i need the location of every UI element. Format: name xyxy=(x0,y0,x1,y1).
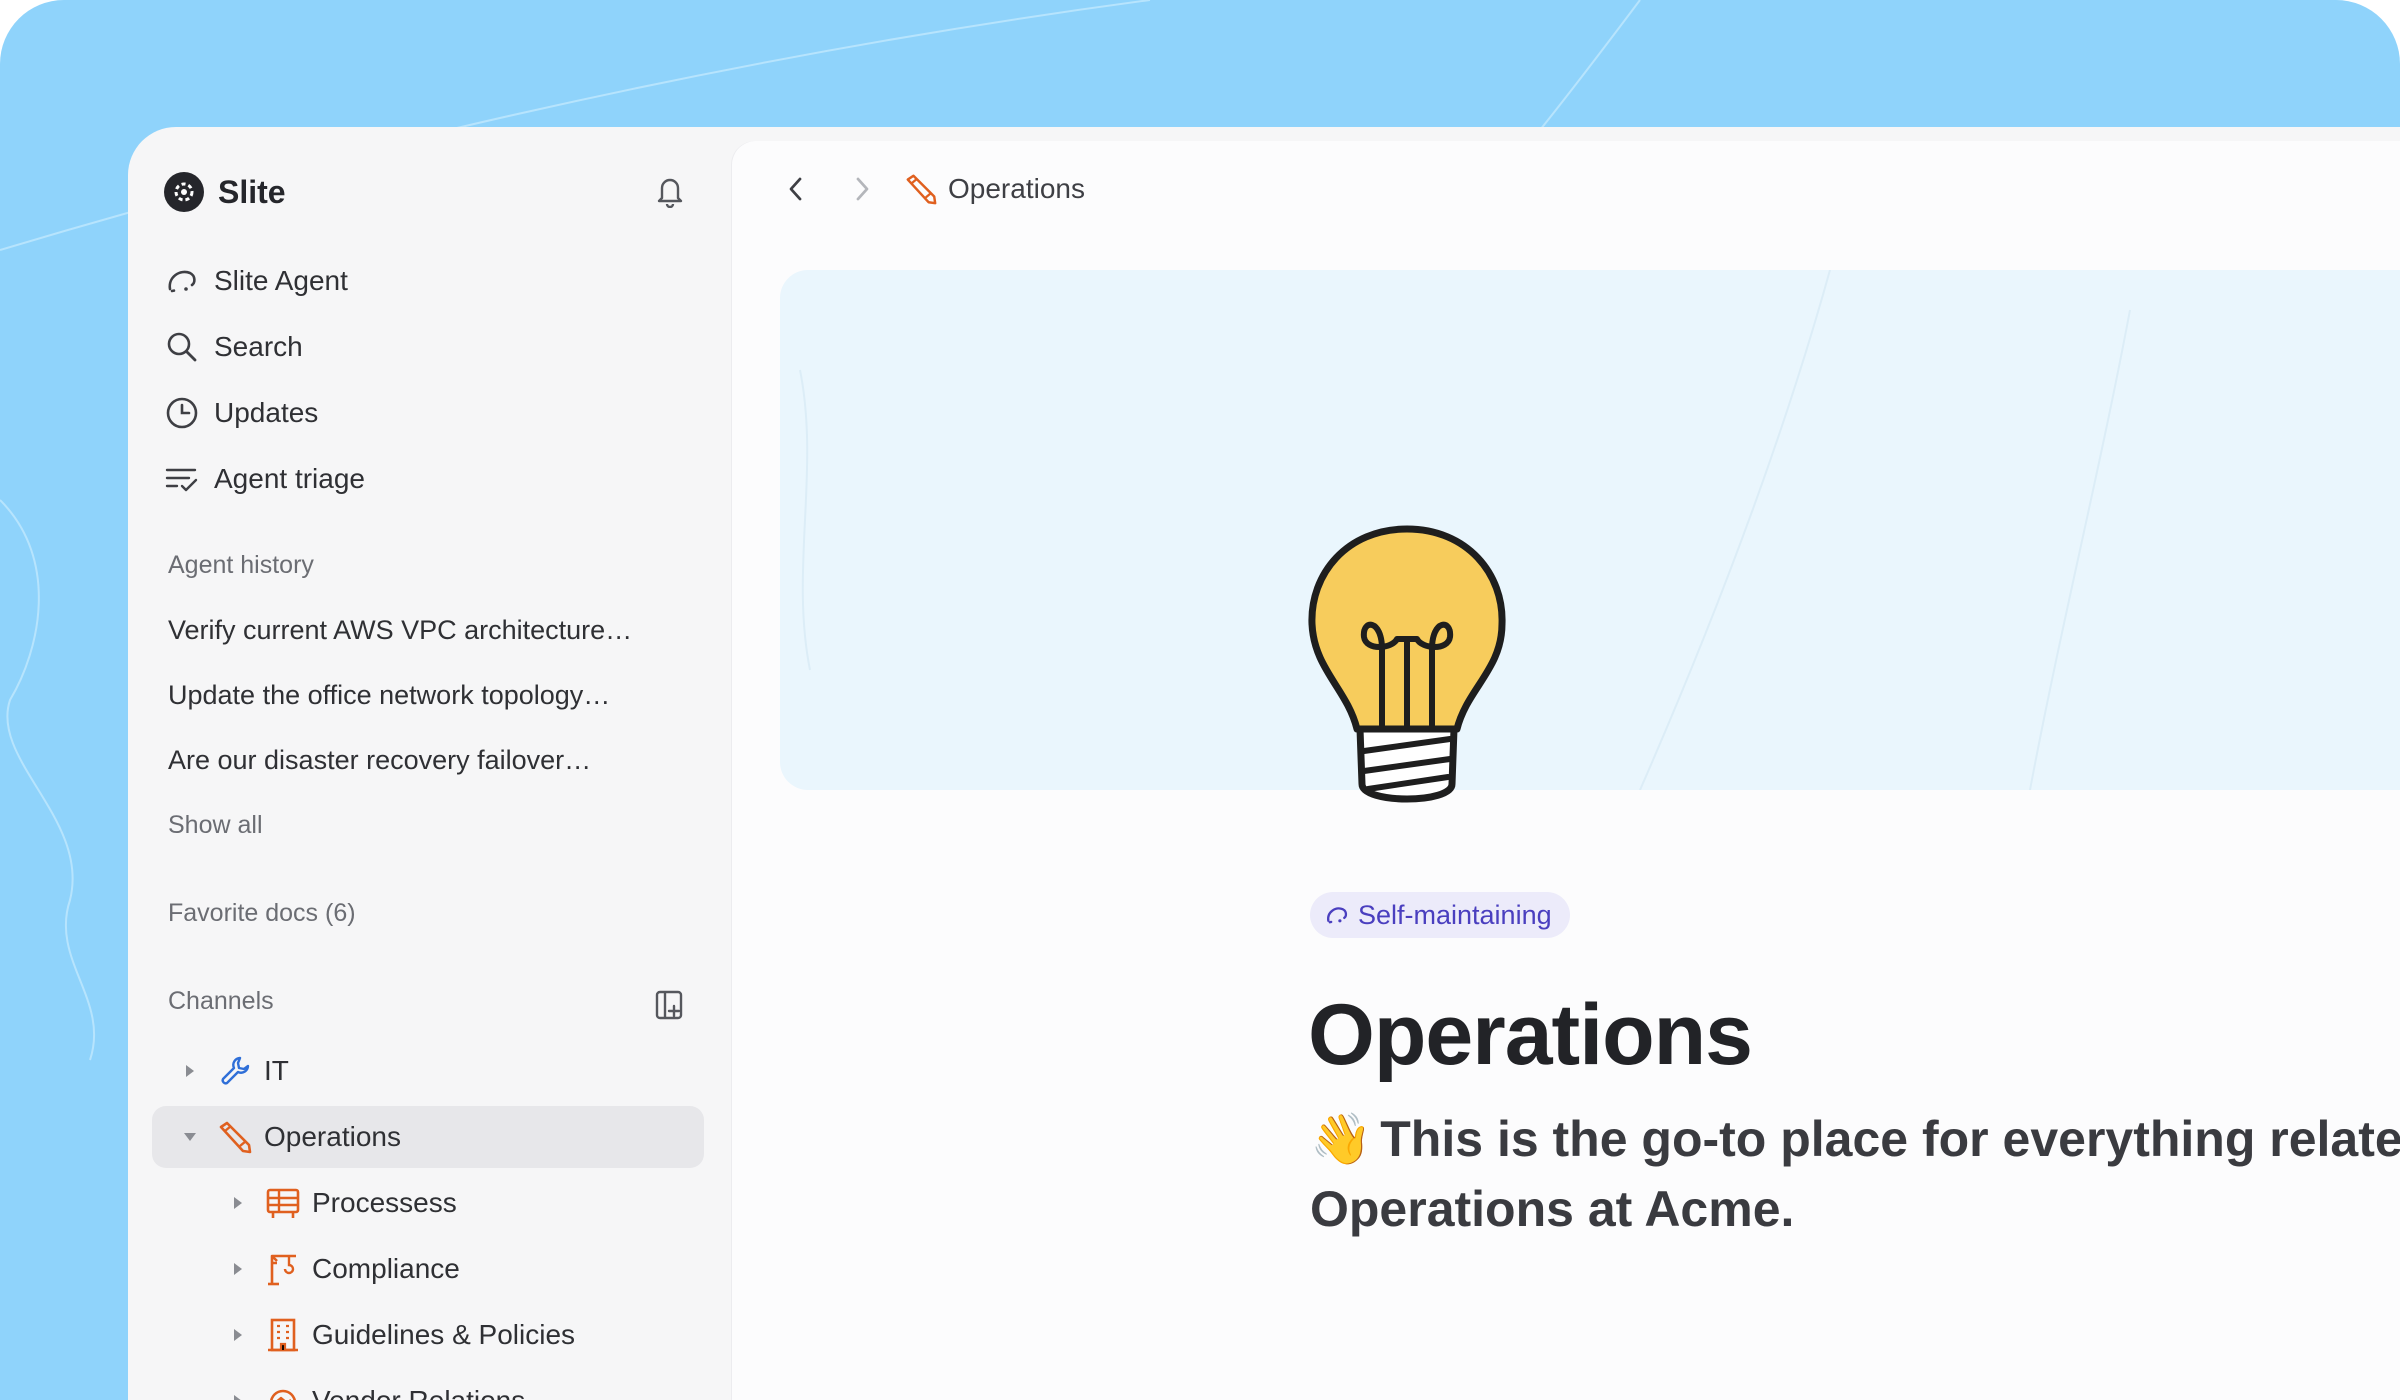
notifications-bell-icon[interactable] xyxy=(648,169,692,213)
agent-history-item[interactable]: Verify current AWS VPC architecture… xyxy=(168,615,688,646)
channel-item-it[interactable]: IT xyxy=(164,1040,684,1102)
back-arrow-icon[interactable] xyxy=(774,167,818,211)
channel-item-operations[interactable]: Operations xyxy=(152,1106,704,1168)
nav-label: Agent triage xyxy=(214,463,365,494)
app-name: Slite xyxy=(218,173,286,210)
lightbulb-icon[interactable] xyxy=(1302,519,1512,819)
wrench-icon xyxy=(216,1052,254,1090)
search-icon xyxy=(167,332,197,362)
desktop-background: Slite Slite Agent Search Updates Agent t… xyxy=(0,0,2400,1400)
channel-label: Processess xyxy=(312,1187,457,1218)
waving-hand-emoji: 👋 xyxy=(1310,1111,1373,1167)
pencil-icon xyxy=(216,1118,254,1156)
triage-icon xyxy=(165,468,198,492)
nav-label: Search xyxy=(214,331,303,362)
crane-icon xyxy=(264,1250,302,1288)
badge-label: Self-maintaining xyxy=(1358,899,1552,930)
channel-label: Guidelines & Policies xyxy=(312,1319,576,1350)
nav-search[interactable]: Search xyxy=(164,321,684,373)
cover-pattern xyxy=(799,270,2131,790)
channel-item-guidelines-policies[interactable]: Guidelines & Policies xyxy=(212,1304,682,1366)
caret-right-icon[interactable] xyxy=(178,1063,202,1079)
show-all-link[interactable]: Show all xyxy=(168,811,263,840)
app-window: Slite Slite Agent Search Updates Agent t… xyxy=(128,127,2400,1400)
table-icon xyxy=(264,1184,302,1222)
nav-updates[interactable]: Updates xyxy=(164,387,684,439)
nav-label: Updates xyxy=(214,397,319,428)
clock-icon xyxy=(166,397,198,429)
caret-right-icon[interactable] xyxy=(226,1261,250,1277)
cover-image[interactable] xyxy=(780,270,2400,790)
channel-label: Vendor Relations xyxy=(312,1385,525,1400)
channel-label: Compliance xyxy=(312,1253,460,1284)
nav-agent-triage[interactable]: Agent triage xyxy=(164,453,684,505)
document-topbar: Operations xyxy=(732,141,2400,237)
workspace-brand[interactable]: Slite xyxy=(164,169,286,215)
description-text: This is the go-to place for everything r… xyxy=(1310,1111,2400,1237)
channel-label: IT xyxy=(264,1055,289,1086)
caret-right-icon[interactable] xyxy=(226,1393,250,1400)
nav-slite-agent[interactable]: Slite Agent xyxy=(164,255,684,307)
channels-title: Channels xyxy=(168,987,274,1015)
sidebar: Slite Slite Agent Search Updates Agent t… xyxy=(128,127,732,1400)
handshake-icon xyxy=(264,1382,302,1400)
new-channel-icon[interactable] xyxy=(650,985,690,1025)
channel-label: Operations xyxy=(264,1121,401,1152)
breadcrumb[interactable]: Operations xyxy=(904,167,1085,211)
channel-item-processess[interactable]: Processess xyxy=(212,1172,682,1234)
forward-arrow-icon[interactable] xyxy=(840,167,884,211)
breadcrumb-label: Operations xyxy=(948,173,1085,204)
channel-item-vendor-relations[interactable]: Vendor Relations xyxy=(212,1370,682,1400)
document-panel: Operations Self-maintaining Operations 👋… xyxy=(732,141,2400,1400)
slite-logo-icon xyxy=(164,172,204,212)
caret-right-icon[interactable] xyxy=(226,1327,250,1343)
agent-icon xyxy=(1327,907,1348,924)
channel-item-compliance[interactable]: Compliance xyxy=(212,1238,682,1300)
caret-down-icon[interactable] xyxy=(178,1130,202,1144)
pencil-icon xyxy=(906,174,937,205)
building-icon xyxy=(264,1316,302,1354)
agent-icon xyxy=(168,270,196,293)
favorite-docs-section[interactable]: Favorite docs (6) xyxy=(168,899,356,928)
caret-right-icon[interactable] xyxy=(226,1195,250,1211)
agent-history-item[interactable]: Are our disaster recovery failover… xyxy=(168,745,688,776)
agent-history-title: Agent history xyxy=(168,551,314,579)
nav-label: Slite Agent xyxy=(214,265,348,296)
self-maintaining-badge[interactable]: Self-maintaining xyxy=(1310,892,1570,938)
agent-history-item[interactable]: Update the office network topology… xyxy=(168,680,688,711)
page-title[interactable]: Operations xyxy=(1308,986,1753,1085)
page-description[interactable]: 👋 This is the go-to place for everything … xyxy=(1310,1104,2400,1244)
